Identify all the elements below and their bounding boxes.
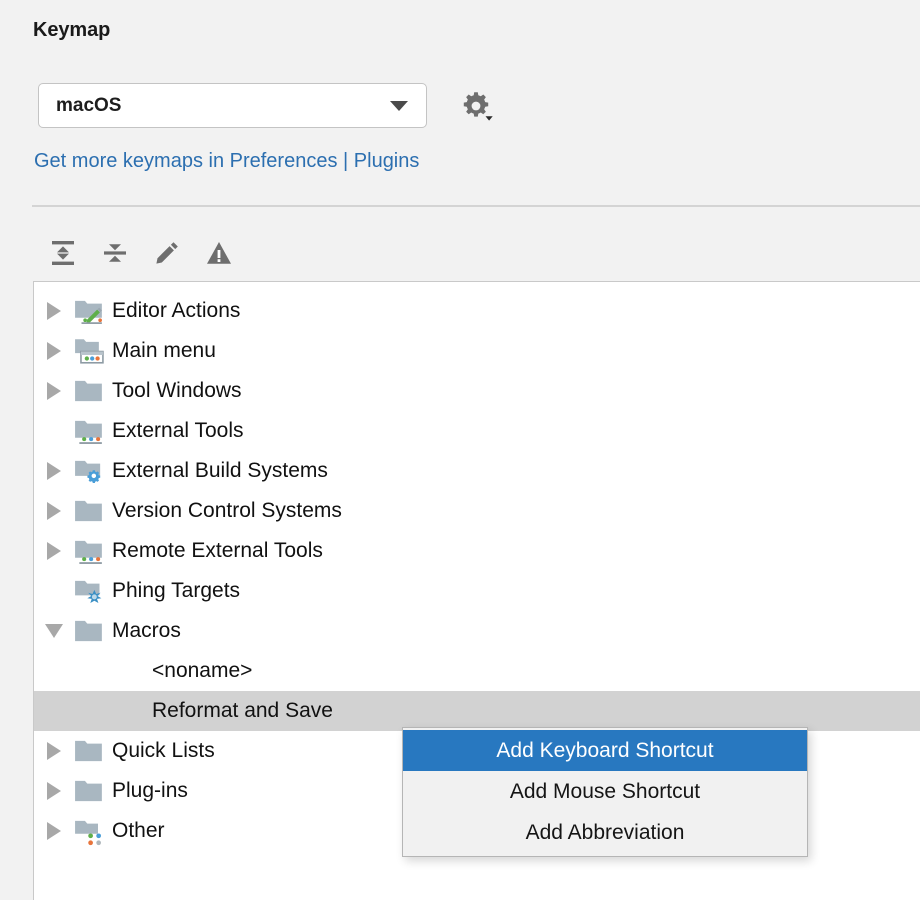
folder-pencil-icon: [75, 300, 102, 324]
context-menu[interactable]: Add Keyboard Shortcut Add Mouse Shortcut A…: [402, 727, 808, 857]
expand-all-icon: [52, 241, 74, 265]
folder-icon: [74, 616, 104, 646]
folder-icon: [74, 496, 104, 526]
folder-icon: [75, 380, 102, 402]
warning-icon: [207, 242, 231, 264]
chevron-down-icon: [390, 100, 408, 111]
folder-icon: [74, 736, 104, 766]
collapse-all-button[interactable]: [94, 232, 136, 274]
tree-row[interactable]: Macros: [34, 611, 920, 651]
tree-row-label: Reformat and Save: [152, 699, 333, 722]
folder-icon: [74, 776, 104, 806]
link-separator: |: [337, 150, 354, 172]
folder-tools-icon: [74, 536, 104, 566]
chevron-right-icon[interactable]: [34, 462, 74, 480]
tree-row-label: Plug-ins: [112, 779, 188, 802]
tree-row[interactable]: Main menu: [34, 331, 920, 371]
tree-row-label: Version Control Systems: [112, 499, 342, 522]
folder-tools-icon: [74, 416, 104, 446]
folder-icon: [75, 780, 102, 802]
tree-row[interactable]: Editor Actions: [34, 291, 920, 331]
show-conflicts-button[interactable]: [198, 232, 240, 274]
page-title: Keymap: [33, 19, 111, 41]
tree-toolbar: [42, 232, 240, 274]
folder-phing-icon: [74, 576, 104, 606]
folder-icon: [75, 740, 102, 762]
tree-row[interactable]: <noname>: [34, 651, 920, 691]
expand-all-button[interactable]: [42, 232, 84, 274]
tree-row-label: Other: [112, 819, 165, 842]
tree-row[interactable]: Reformat and Save: [34, 691, 920, 731]
context-menu-item[interactable]: Add Abbreviation: [403, 812, 807, 853]
folder-gear-icon: [75, 460, 101, 484]
keymap-select[interactable]: macOS: [38, 83, 427, 128]
tree-row[interactable]: Version Control Systems: [34, 491, 920, 531]
folder-pencil-icon: [74, 296, 104, 326]
folder-icon: [74, 376, 104, 406]
tree-row-label: Main menu: [112, 339, 216, 362]
get-more-keymaps-link[interactable]: Get more keymaps in Preferences: [34, 150, 337, 172]
tree-row-label: <noname>: [152, 659, 253, 682]
folder-tools-icon: [75, 540, 102, 564]
tree-row-label: Quick Lists: [112, 739, 215, 762]
tree-row-label: External Tools: [112, 419, 244, 442]
chevron-down-icon[interactable]: [34, 624, 74, 638]
folder-tools-icon: [75, 420, 102, 444]
folder-dots-icon: [74, 816, 104, 846]
chevron-right-icon[interactable]: [34, 342, 74, 360]
folder-gear-icon: [74, 456, 104, 486]
chevron-right-icon[interactable]: [34, 382, 74, 400]
chevron-right-icon[interactable]: [34, 302, 74, 320]
tree-row-label: Phing Targets: [112, 579, 241, 602]
folder-dots-icon: [75, 820, 101, 846]
folder-menu-icon: [74, 336, 104, 366]
tree-row[interactable]: Remote External Tools: [34, 531, 920, 571]
tree-row[interactable]: External Build Systems: [34, 451, 920, 491]
keymap-select-value: macOS: [56, 94, 122, 116]
context-menu-item[interactable]: Add Mouse Shortcut: [403, 771, 807, 812]
tree-row-label: Macros: [112, 619, 181, 642]
chevron-right-icon[interactable]: [34, 502, 74, 520]
folder-menu-icon: [75, 339, 104, 364]
chevron-right-icon[interactable]: [34, 542, 74, 560]
folder-icon: [75, 500, 102, 522]
tree-row[interactable]: Tool Windows: [34, 371, 920, 411]
chevron-right-icon[interactable]: [34, 822, 74, 840]
context-menu-item[interactable]: Add Keyboard Shortcut: [403, 730, 807, 771]
plugins-link[interactable]: Plugins: [354, 150, 420, 172]
tree-row-label: External Build Systems: [112, 459, 328, 482]
chevron-right-icon[interactable]: [34, 782, 74, 800]
edit-shortcut-button[interactable]: [146, 232, 188, 274]
get-more-keymaps-line: Get more keymaps in Preferences | Plugin…: [34, 150, 419, 173]
tree-row-label: Editor Actions: [112, 299, 241, 322]
tree-row[interactable]: External Tools: [34, 411, 920, 451]
folder-phing-icon: [75, 580, 102, 604]
tree-row[interactable]: Phing Targets: [34, 571, 920, 611]
collapse-all-icon: [104, 244, 126, 262]
tree-row-label: Tool Windows: [112, 379, 242, 402]
chevron-right-icon[interactable]: [34, 742, 74, 760]
header-divider: [32, 205, 920, 207]
tree-row-label: Remote External Tools: [112, 539, 323, 562]
folder-icon: [75, 620, 102, 642]
gear-icon: [463, 92, 493, 121]
keymap-settings-button[interactable]: [456, 89, 496, 123]
edit-pencil-icon: [156, 242, 178, 264]
